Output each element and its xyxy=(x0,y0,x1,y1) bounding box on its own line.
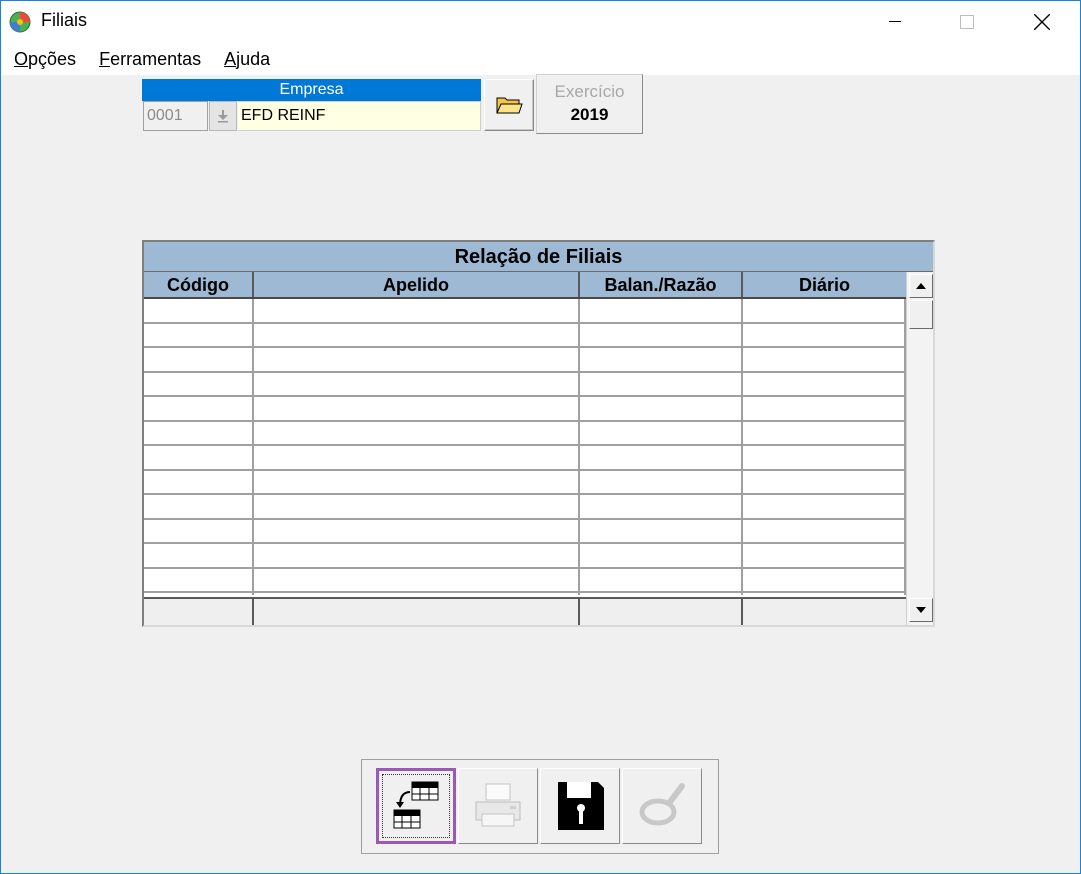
grid-header-row: Código Apelido Balan./Razão Diário xyxy=(144,272,906,299)
folder-open-icon xyxy=(496,97,523,114)
maximize-icon xyxy=(960,15,974,29)
table-row[interactable] xyxy=(144,348,906,373)
menu-ferramentas-label: erramentas xyxy=(110,48,202,69)
minimize-icon xyxy=(889,21,901,22)
search-button[interactable] xyxy=(622,768,702,844)
table-row[interactable] xyxy=(144,422,906,446)
empresa-dropdown-button[interactable] xyxy=(209,101,237,131)
footer-cell xyxy=(254,599,580,625)
table-row[interactable] xyxy=(144,520,906,544)
table-row[interactable] xyxy=(144,397,906,422)
column-divider xyxy=(252,299,254,595)
open-empresa-button[interactable] xyxy=(484,79,534,131)
table-row[interactable] xyxy=(144,495,906,520)
print-button[interactable] xyxy=(458,768,538,844)
menu-ajuda[interactable]: Ajuda xyxy=(224,49,270,70)
filiais-grid[interactable]: Relação de Filiais Código Apelido Balan.… xyxy=(142,240,935,627)
scroll-down-button[interactable] xyxy=(909,598,933,622)
table-row[interactable] xyxy=(144,324,906,348)
table-row[interactable] xyxy=(144,544,906,569)
column-header-apelido[interactable]: Apelido xyxy=(254,272,580,297)
column-divider xyxy=(741,299,743,595)
main-window: Filiais Opções Ferramentas Ajuda Empresa… xyxy=(0,0,1081,874)
scroll-thumb[interactable] xyxy=(909,300,933,329)
floppy-disk-icon xyxy=(558,782,604,830)
menu-opcoes-label: pções xyxy=(28,48,77,69)
scroll-up-button[interactable] xyxy=(909,274,933,298)
footer-cell xyxy=(743,599,906,625)
menu-ferramentas[interactable]: Ferramentas xyxy=(99,49,201,70)
footer-cell xyxy=(144,599,254,625)
title-bar[interactable]: Filiais xyxy=(1,1,1080,43)
footer-cell xyxy=(580,599,743,625)
exercicio-year: 2019 xyxy=(570,105,609,124)
table-row[interactable] xyxy=(144,446,906,471)
arrow-down-icon xyxy=(916,607,926,613)
empresa-header: Empresa xyxy=(142,79,481,101)
menu-opcoes[interactable]: Opções xyxy=(14,49,76,70)
save-button[interactable] xyxy=(540,768,620,844)
menu-bar: Opções Ferramentas Ajuda xyxy=(1,43,1080,75)
exercicio-label: Exercício xyxy=(554,82,625,101)
table-row[interactable] xyxy=(144,373,906,397)
window-title: Filiais xyxy=(41,10,88,30)
transfer-button[interactable] xyxy=(376,768,456,844)
arrow-up-icon xyxy=(916,283,926,289)
empresa-code-field[interactable]: 0001 xyxy=(143,101,208,131)
close-icon xyxy=(1034,14,1050,30)
empresa-panel: Empresa 0001 EFD REINF xyxy=(142,79,481,133)
download-arrow-icon xyxy=(218,110,228,123)
maximize-button[interactable] xyxy=(931,1,1003,43)
grid-scrollbar[interactable] xyxy=(906,272,933,625)
focus-rect xyxy=(382,774,450,838)
table-row[interactable] xyxy=(144,471,906,495)
grid-body[interactable] xyxy=(144,299,906,597)
menu-ajuda-label: juda xyxy=(236,48,271,69)
table-row[interactable] xyxy=(144,569,906,593)
grid-title: Relação de Filiais xyxy=(144,242,933,272)
printer-icon xyxy=(475,783,521,827)
column-divider xyxy=(578,299,580,595)
exercicio-panel[interactable]: Exercício 2019 xyxy=(536,74,643,134)
menu-opcoes-mnemonic: O xyxy=(14,48,29,69)
minimize-button[interactable] xyxy=(859,1,931,43)
column-header-diario[interactable]: Diário xyxy=(743,272,906,297)
close-button[interactable] xyxy=(1006,1,1078,43)
menu-ferramentas-mnemonic: F xyxy=(99,48,111,69)
empresa-name-field[interactable]: EFD REINF xyxy=(238,101,481,131)
column-header-codigo[interactable]: Código xyxy=(144,272,254,297)
bottom-toolbar xyxy=(361,759,719,854)
table-row[interactable] xyxy=(144,299,906,324)
app-globe-icon xyxy=(9,11,31,33)
menu-ajuda-mnemonic: A xyxy=(224,48,237,69)
magnifier-icon xyxy=(639,783,685,826)
column-header-balan-razao[interactable]: Balan./Razão xyxy=(580,272,743,297)
grid-footer-row xyxy=(144,597,906,625)
